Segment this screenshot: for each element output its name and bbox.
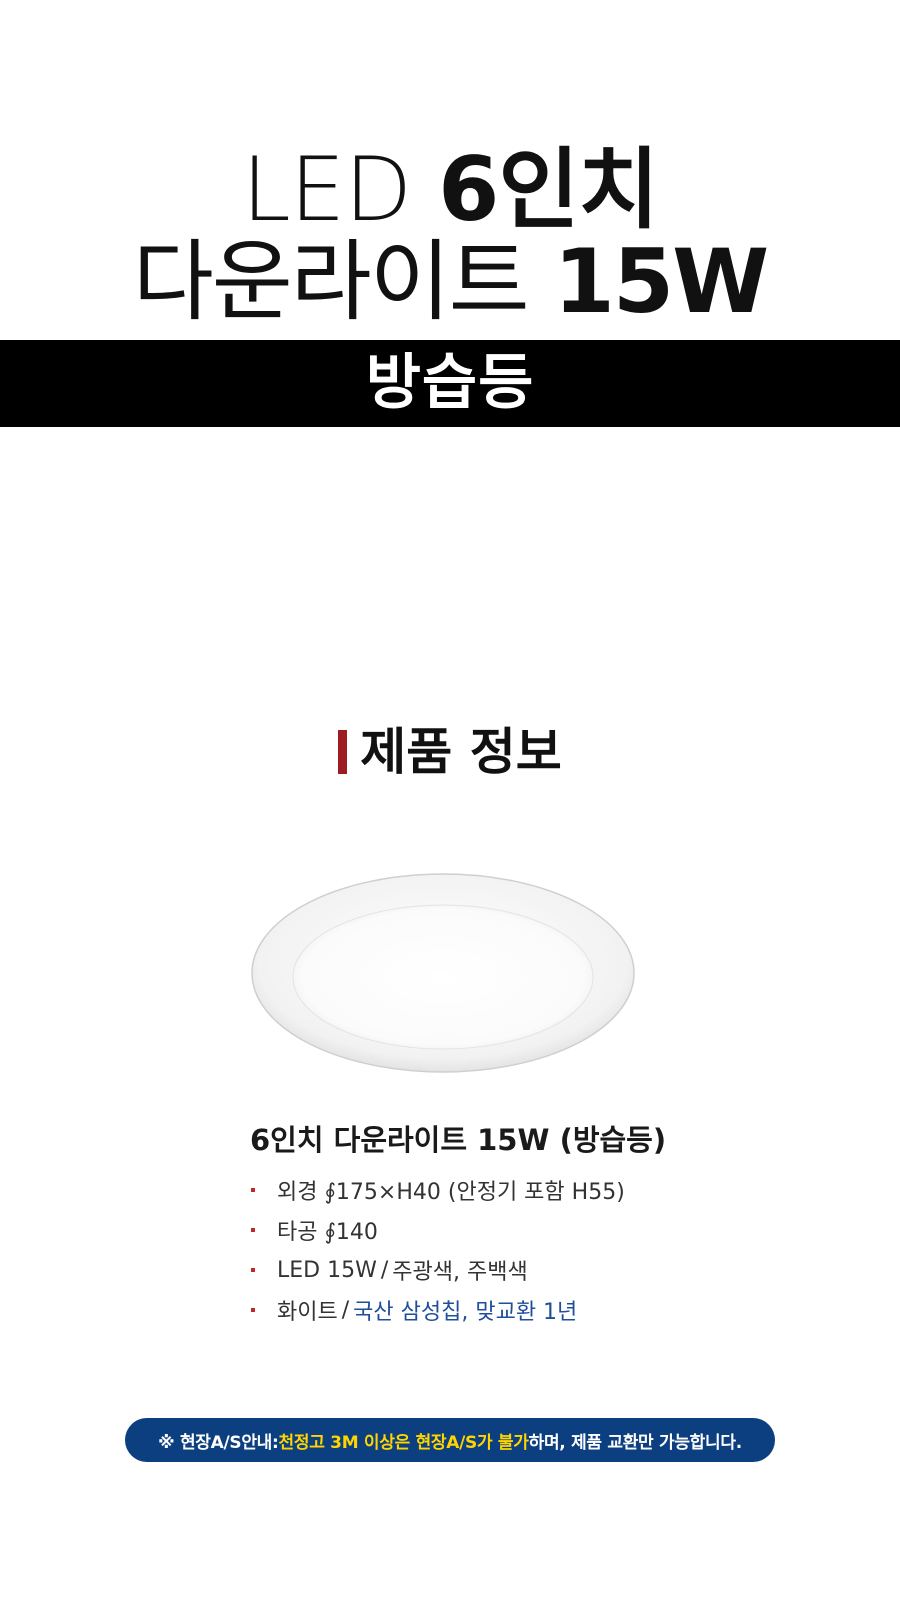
square-bullet-icon [251, 1228, 255, 1232]
spec-list: 외경 ∮175×H40 (안정기 포함 H55) 타공 ∮140 LED 15W… [250, 1170, 625, 1330]
title-product-type: 다운라이트 [132, 230, 530, 333]
spec-outer-diameter: 외경 ∮175×H40 (안정기 포함 H55) [250, 1170, 625, 1210]
spec-separator: / [380, 1257, 389, 1283]
spec-text: 주광색, 주백색 [392, 1260, 528, 1285]
square-bullet-icon [251, 1308, 255, 1312]
notice-rest: 하며, 제품 교환만 가능합니다. [528, 1432, 743, 1453]
square-bullet-icon [251, 1268, 255, 1272]
product-name: 6인치 다운라이트 15W (방습등) [250, 1123, 667, 1157]
title-led: LED [241, 138, 412, 241]
heading-accent-bar [338, 730, 348, 774]
title-line-1: LED 6인치 [0, 140, 900, 240]
category-banner: 방습등 [0, 340, 900, 427]
banner-label: 방습등 [365, 348, 535, 418]
title-size: 6인치 [438, 138, 659, 241]
spec-text: 화이트 [277, 1300, 338, 1325]
notice-lead: ※ 현장A/S안내: [158, 1432, 279, 1453]
as-notice-badge: ※ 현장A/S안내: 천정고 3M 이상은 현장A/S가 불가 하며, 제품 교… [125, 1418, 775, 1462]
spec-highlight: 국산 삼성칩, 맞교환 1년 [353, 1300, 578, 1325]
section-title: 제품 정보 [360, 723, 562, 781]
spec-separator: / [341, 1297, 350, 1323]
notice-highlight: 천정고 3M 이상은 현장A/S가 불가 [278, 1432, 529, 1453]
spec-text: 외경 ∮175×H40 (안정기 포함 H55) [277, 1180, 625, 1205]
spec-text: LED 15W [277, 1257, 377, 1283]
spec-finish: 화이트 / 국산 삼성칩, 맞교환 1년 [250, 1290, 625, 1330]
spec-led: LED 15W / 주광색, 주백색 [250, 1250, 625, 1290]
square-bullet-icon [251, 1188, 255, 1192]
section-heading: 제품 정보 [0, 722, 900, 782]
spec-text: 타공 ∮140 [277, 1220, 378, 1245]
diffuser [292, 904, 594, 1050]
title-wattage: 15W [553, 230, 770, 333]
spec-cutout: 타공 ∮140 [250, 1210, 625, 1250]
title-line-2: 다운라이트 15W [0, 232, 900, 332]
product-image [251, 873, 635, 1073]
